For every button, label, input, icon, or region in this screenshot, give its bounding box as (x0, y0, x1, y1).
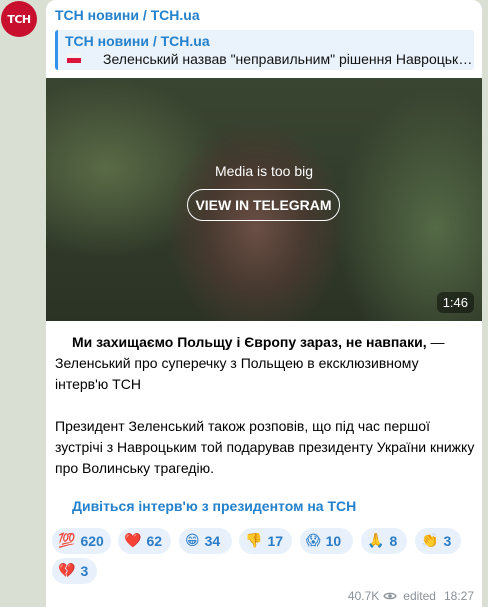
message-time: 18:27 (443, 589, 474, 603)
screaming-face-icon: 😱 (306, 533, 321, 549)
clapping-hands-icon: 👏 (421, 533, 439, 549)
reaction-broken-heart[interactable]: 💔 3 (52, 558, 97, 584)
reply-preview[interactable]: ТСН новини / TCH.ua Зеленський назвав "н… (55, 30, 474, 70)
reaction-count: 3 (443, 533, 452, 549)
view-in-telegram-button[interactable]: VIEW IN TELEGRAM (187, 189, 340, 221)
message-text: Ми захищаємо Польщу і Європу зараз, не н… (55, 332, 475, 500)
reply-title: ТСН новини / TCH.ua (65, 33, 210, 49)
message-bold-lead: Ми захищаємо Польщу і Європу зараз, не н… (72, 334, 427, 350)
reaction-scream[interactable]: 😱 10 (300, 528, 353, 554)
reaction-count: 3 (80, 563, 89, 579)
video-duration: 1:46 (436, 292, 474, 313)
channel-avatar[interactable]: ТСН (1, 1, 37, 37)
reaction-count: 17 (267, 533, 284, 549)
heart-icon: ❤️ (124, 533, 142, 549)
interview-link[interactable]: Дивіться інтерв'ю з президентом на ТСН (72, 498, 356, 514)
poland-flag-icon (67, 53, 81, 63)
eye-icon (383, 592, 398, 600)
channel-name[interactable]: ТСН новини / TCH.ua (55, 7, 200, 23)
reaction-thumbs-down[interactable]: 👎 17 (239, 528, 292, 554)
hundred-points-icon: 💯 (58, 533, 76, 549)
reaction-grin[interactable]: 😁 34 (179, 528, 232, 554)
reply-text: Зеленський назвав "неправильним" рішення… (103, 51, 473, 67)
video-preview[interactable]: Media is too big VIEW IN TELEGRAM 1:46 (46, 78, 482, 321)
thumbs-down-icon: 👎 (245, 533, 263, 549)
reaction-hundred[interactable]: 💯 620 (52, 528, 111, 554)
message-paragraph-2: Президент Зеленський також розповів, що … (55, 418, 475, 476)
reaction-heart[interactable]: ❤️ 62 (118, 528, 171, 554)
broken-heart-icon: 💔 (58, 563, 76, 579)
view-count: 40.7K (347, 589, 380, 603)
reaction-count: 10 (325, 533, 342, 549)
message-meta: 40.7K edited 18:27 (348, 589, 474, 603)
edited-label: edited (403, 589, 436, 603)
reaction-count: 34 (204, 533, 221, 549)
reaction-count: 62 (146, 533, 163, 549)
grinning-face-icon: 😁 (185, 533, 200, 549)
message-bubble: ТСН новини / TCH.ua ТСН новини / TCH.ua … (46, 0, 482, 607)
reaction-pray[interactable]: 🙏 8 (361, 528, 407, 554)
reaction-clap[interactable]: 👏 3 (415, 528, 461, 554)
avatar-text: ТСН (7, 12, 31, 26)
folded-hands-icon: 🙏 (367, 533, 385, 549)
reaction-count: 620 (80, 533, 104, 549)
reaction-count: 8 (389, 533, 398, 549)
media-too-big-note: Media is too big (214, 163, 314, 179)
